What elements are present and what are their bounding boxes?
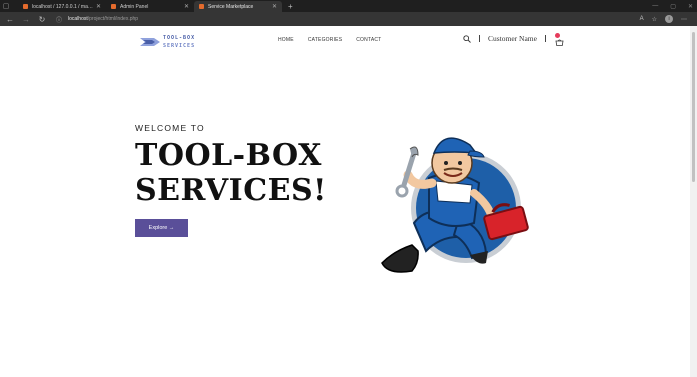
close-window-icon[interactable]: ✕ (688, 3, 693, 10)
site-logo[interactable]: TOOL-BOX SERVICES (140, 34, 195, 50)
url-field[interactable]: ⓘ localhost/project/html/index.php (56, 15, 138, 24)
search-icon[interactable] (463, 34, 471, 43)
profile-avatar[interactable]: i (665, 15, 673, 23)
minimize-icon[interactable]: — (652, 3, 658, 9)
cart-button[interactable] (554, 33, 564, 46)
hero-headline-line-2: SERVICES! (135, 173, 327, 208)
reload-icon[interactable]: ↻ (36, 15, 48, 24)
tab-close-icon[interactable]: ✕ (272, 3, 277, 10)
site-info-icon[interactable]: ⓘ (56, 15, 62, 24)
logo-mark-icon (140, 38, 160, 46)
web-page: TOOL-BOX SERVICES HOME CATEGORIES CONTAC… (0, 26, 690, 377)
tab-favicon-icon (111, 4, 116, 9)
cart-icon (555, 39, 564, 46)
header-utilities: Customer Name (463, 33, 564, 46)
toolbar-right: A ☆ i ⋯ (640, 12, 687, 26)
hero-welcome: WELCOME TO (135, 123, 205, 133)
tab-favicon-icon (23, 4, 28, 9)
nav-home-link[interactable]: HOME (278, 37, 294, 43)
handyman-mascot-illustration (381, 137, 529, 273)
favorites-icon[interactable]: ☆ (652, 16, 657, 23)
cart-badge (554, 33, 560, 38)
tab-close-icon[interactable]: ✕ (96, 3, 101, 10)
url-host: localhost (68, 16, 88, 22)
forward-icon[interactable]: → (20, 15, 32, 24)
address-bar: ← → ↻ ⓘ localhost/project/html/index.php… (0, 12, 697, 26)
page-scrollbar[interactable] (690, 26, 697, 377)
scrollbar-thumb[interactable] (692, 32, 695, 182)
nav-categories-link[interactable]: CATEGORIES (308, 37, 342, 43)
tab-close-icon[interactable]: ✕ (184, 3, 189, 10)
tab-favicon-icon (199, 4, 204, 9)
customer-name-link[interactable]: Customer Name (488, 34, 537, 43)
read-aloud-icon[interactable]: A (640, 16, 644, 22)
maximize-icon[interactable]: ▢ (670, 3, 676, 10)
back-icon[interactable]: ← (4, 15, 16, 24)
browser-tab-service-marketplace[interactable]: Service Marketplace ✕ (194, 1, 282, 12)
new-tab-icon[interactable]: + (288, 2, 293, 11)
browser-tab-admin-panel[interactable]: Admin Panel ✕ (106, 1, 194, 12)
logo-line-1: TOOL-BOX (163, 35, 196, 41)
tab-title: Service Marketplace (208, 3, 254, 10)
logo-text: TOOL-BOX SERVICES (163, 34, 195, 50)
tab-title: Admin Panel (120, 3, 149, 10)
logo-line-2: SERVICES (163, 43, 196, 49)
nav-contact-link[interactable]: CONTACT (356, 37, 381, 43)
divider (544, 35, 546, 42)
browser-tab-phpmyadmin[interactable]: localhost / 127.0.0.1 / market / a ✕ (18, 1, 106, 12)
browser-tab-bar: ▢ localhost / 127.0.0.1 / market / a ✕ A… (0, 0, 697, 12)
tab-title: localhost / 127.0.0.1 / market / a (32, 3, 93, 10)
hero-headline: TOOL-BOX SERVICES! (135, 138, 327, 208)
window-menu-icon[interactable]: ▢ (0, 0, 12, 12)
divider (479, 35, 480, 42)
main-nav: HOME CATEGORIES CONTACT (278, 37, 381, 43)
hero-headline-line-1: TOOL-BOX (135, 138, 322, 173)
window-controls: — ▢ ✕ (652, 0, 693, 12)
explore-button[interactable]: Explore → (135, 219, 188, 237)
more-menu-icon[interactable]: ⋯ (681, 16, 687, 23)
url-path: /project/html/index.php (87, 16, 139, 22)
